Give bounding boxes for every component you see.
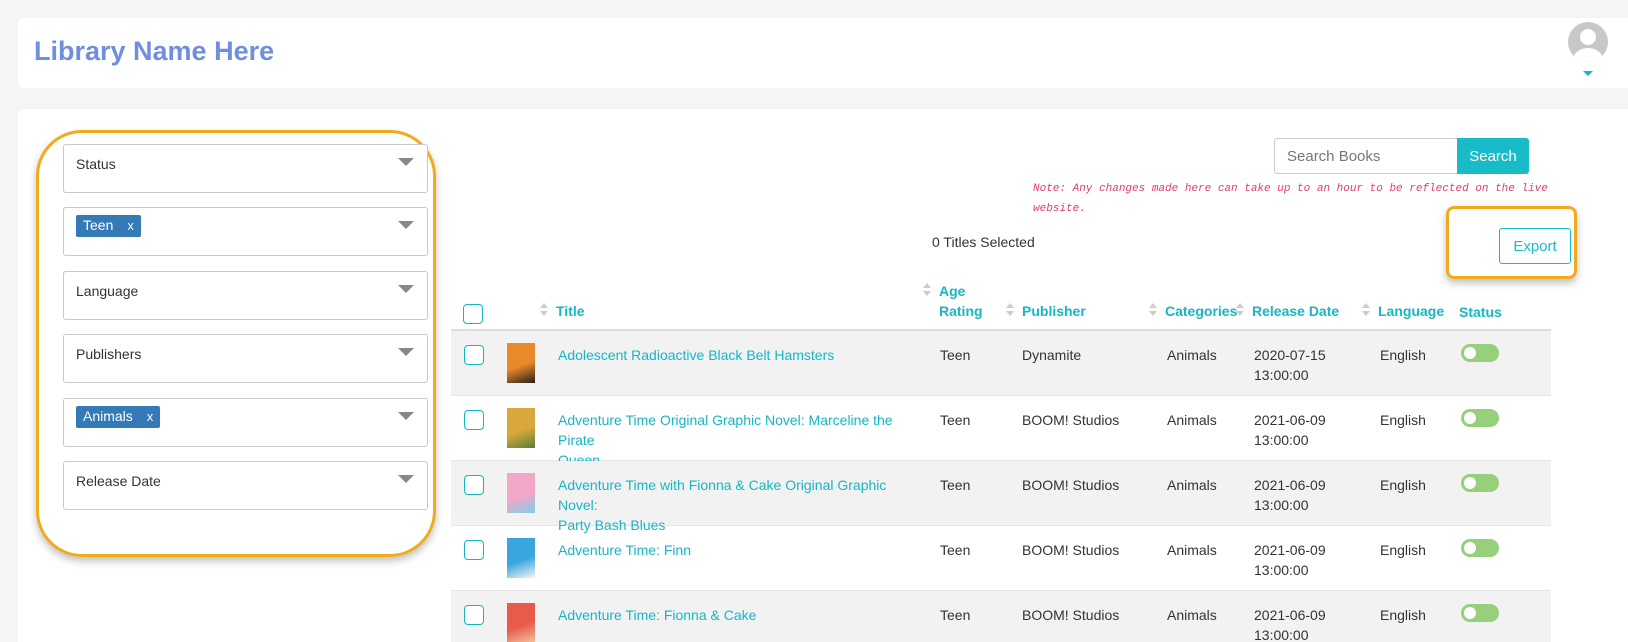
publisher: BOOM! Studios [1022,542,1120,558]
book-title-link[interactable]: Adventure Time: Finn [558,540,928,560]
table-row[interactable]: Adventure Time Original Graphic Novel: M… [451,396,1551,468]
book-cover-thumbnail[interactable] [507,408,535,448]
caret-down-icon[interactable] [398,285,414,293]
column-language[interactable]: Language [1378,301,1444,321]
release-date: 2021-06-09 13:00:00 [1254,542,1326,578]
sort-icon[interactable] [923,283,931,297]
book-cover-thumbnail[interactable] [507,473,535,513]
avatar-body-icon [1573,48,1603,62]
release-date: 2021-06-09 13:00:00 [1254,607,1326,642]
age-rating: Teen [940,542,971,558]
row-checkbox[interactable] [464,410,484,430]
filter-language[interactable]: Language [63,271,428,320]
row-checkbox[interactable] [464,605,484,625]
table-row[interactable]: Adolescent Radioactive Black Belt Hamste… [451,331,1551,396]
column-categories[interactable]: Categories [1165,301,1237,321]
book-cover-thumbnail[interactable] [507,603,535,642]
filter-age-rating[interactable]: Teen x [63,207,428,256]
publisher: BOOM! Studios [1022,412,1120,428]
select-all-checkbox[interactable] [463,304,483,324]
publisher: Dynamite [1022,347,1082,363]
filter-publishers[interactable]: Publishers [63,334,428,383]
age-rating: Teen [940,412,971,428]
row-checkbox[interactable] [464,345,484,365]
table-row[interactable]: Adventure Time with Fionna & Cake Origin… [451,461,1551,533]
book-cover-thumbnail[interactable] [507,343,535,383]
category: Animals [1167,607,1217,623]
book-title-link[interactable]: Adolescent Radioactive Black Belt Hamste… [558,345,928,365]
language: English [1380,412,1426,428]
language: English [1380,347,1426,363]
chip-remove-icon[interactable]: x [127,218,134,233]
user-menu[interactable] [1564,22,1612,76]
column-status: Status [1459,304,1502,320]
row-checkbox[interactable] [464,540,484,560]
table-header: Title Age Rating Publisher Categories Rel… [451,279,1551,331]
chip-remove-icon[interactable]: x [147,409,154,424]
book-title-link[interactable]: Adventure Time: Fionna & Cake [558,605,928,625]
search-button[interactable]: Search [1457,138,1529,174]
age-rating: Teen [940,347,971,363]
filter-label: Release Date [76,473,161,489]
chevron-down-icon[interactable] [1583,71,1593,76]
category: Animals [1167,542,1217,558]
filter-chip-teen: Teen x [76,215,141,237]
sort-icon[interactable] [1006,303,1014,317]
column-release-date[interactable]: Release Date [1252,301,1339,321]
language: English [1380,477,1426,493]
app-header: Library Name Here [18,18,1628,88]
category: Animals [1167,412,1217,428]
row-checkbox[interactable] [464,475,484,495]
publisher: BOOM! Studios [1022,607,1120,623]
caret-down-icon[interactable] [398,158,414,166]
sort-icon[interactable] [1362,303,1370,317]
library-title: Library Name Here [34,36,275,66]
status-toggle[interactable] [1461,409,1499,427]
main-panel: Status Teen x Language Publishers Animals… [18,109,1628,642]
filter-status[interactable]: Status [63,144,428,193]
search-input[interactable] [1274,138,1457,174]
status-toggle[interactable] [1461,604,1499,622]
status-toggle[interactable] [1461,474,1499,492]
titles-selected-count: 0 Titles Selected [932,234,1035,250]
age-rating: Teen [940,477,971,493]
caret-down-icon[interactable] [398,475,414,483]
caret-down-icon[interactable] [398,348,414,356]
filter-categories[interactable]: Animals x [63,398,428,447]
column-title[interactable]: Title [556,301,585,321]
book-cover-thumbnail[interactable] [507,538,535,578]
status-toggle[interactable] [1461,539,1499,557]
avatar[interactable] [1568,22,1608,62]
release-date: 2021-06-09 13:00:00 [1254,412,1326,448]
filter-label: Status [76,156,116,172]
column-age-rating[interactable]: Age Rating [939,281,983,321]
caret-down-icon[interactable] [398,221,414,229]
age-rating: Teen [940,607,971,623]
status-toggle[interactable] [1461,344,1499,362]
filter-chip-animals: Animals x [76,406,161,428]
caret-down-icon[interactable] [398,412,414,420]
category: Animals [1167,347,1217,363]
sort-icon[interactable] [1236,303,1244,317]
release-date: 2021-06-09 13:00:00 [1254,477,1326,513]
avatar-head-icon [1580,29,1596,45]
language: English [1380,607,1426,623]
category: Animals [1167,477,1217,493]
column-publisher[interactable]: Publisher [1022,301,1086,321]
publisher: BOOM! Studios [1022,477,1120,493]
sort-icon[interactable] [540,303,548,317]
filter-label: Publishers [76,346,142,362]
table-row[interactable]: Adventure Time: Fionna & Cake Teen BOOM! S… [451,591,1551,642]
language: English [1380,542,1426,558]
filter-release-date[interactable]: Release Date [63,461,428,510]
sort-icon[interactable] [1149,303,1157,317]
table-row[interactable]: Adventure Time: Finn Teen BOOM! Studios Ani… [451,526,1551,591]
filter-label: Language [76,283,139,299]
release-date: 2020-07-15 13:00:00 [1254,347,1326,383]
export-button[interactable]: Export [1499,228,1571,264]
